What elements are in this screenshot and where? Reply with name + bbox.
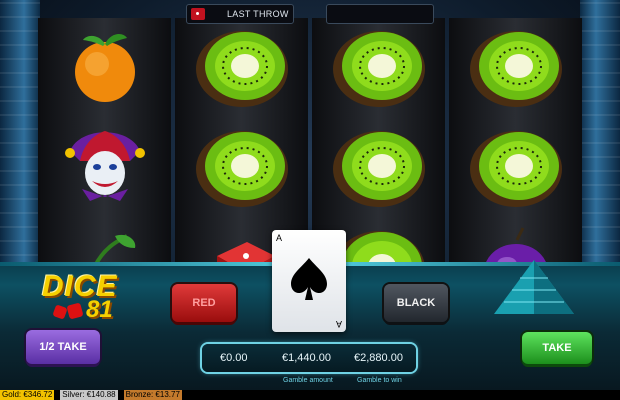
bronze-jackpot: Bronze: €13.77 xyxy=(123,390,182,400)
reel-4 xyxy=(449,18,582,280)
dice-icon xyxy=(191,8,205,20)
card-rank: A xyxy=(335,319,342,329)
spade-icon xyxy=(291,258,327,300)
last-throw-bar[interactable]: LAST THROW xyxy=(186,4,294,24)
logo-die-icon xyxy=(66,302,84,320)
gamble-to-win-value: €2,880.00 xyxy=(354,352,403,364)
half-take-button[interactable]: 1/2 TAKE xyxy=(26,330,100,364)
red-button[interactable]: RED xyxy=(172,284,236,322)
gamble-amounts-panel: €0.00 €1,440.00 €2,880.00 xyxy=(202,344,416,372)
gamble-amount-value: €1,440.00 xyxy=(282,352,331,364)
last-throw-label: LAST THROW xyxy=(227,9,289,19)
black-button[interactable]: BLACK xyxy=(384,284,448,322)
take-button[interactable]: TAKE xyxy=(522,332,592,364)
orange-symbol xyxy=(38,18,171,113)
jackpot-status-bar: Gold: €346.72 Silver: €140.88 Bronze: €1… xyxy=(0,390,620,400)
current-amount: €0.00 xyxy=(220,352,248,364)
gamble-amount-label: Gamble amount xyxy=(283,377,333,384)
gamble-to-win-label: Gamble to win xyxy=(357,377,402,384)
kiwi-symbol xyxy=(312,118,445,213)
pyramid-icon xyxy=(494,260,574,314)
kiwi-symbol xyxy=(449,118,582,213)
logo-die-icon xyxy=(52,304,68,320)
kiwi-symbol xyxy=(175,18,308,113)
left-frame xyxy=(0,0,40,270)
jester-symbol xyxy=(38,118,171,213)
kiwi-symbol xyxy=(312,18,445,113)
right-frame xyxy=(580,0,620,270)
logo-number: 81 xyxy=(86,296,113,323)
card-rank: A xyxy=(276,233,283,243)
gamble-card: A A xyxy=(272,230,346,332)
reel-1 xyxy=(38,18,171,280)
slot-game: LAST THROW DICE 81 RED BLACK 1/2 TAKE TA… xyxy=(0,0,620,400)
dice-81-logo: DICE 81 xyxy=(40,270,150,324)
kiwi-symbol xyxy=(449,18,582,113)
silver-jackpot: Silver: €140.88 xyxy=(60,390,118,400)
top-bar-slot xyxy=(326,4,434,24)
kiwi-symbol xyxy=(175,118,308,213)
gold-jackpot: Gold: €346.72 xyxy=(0,390,55,400)
